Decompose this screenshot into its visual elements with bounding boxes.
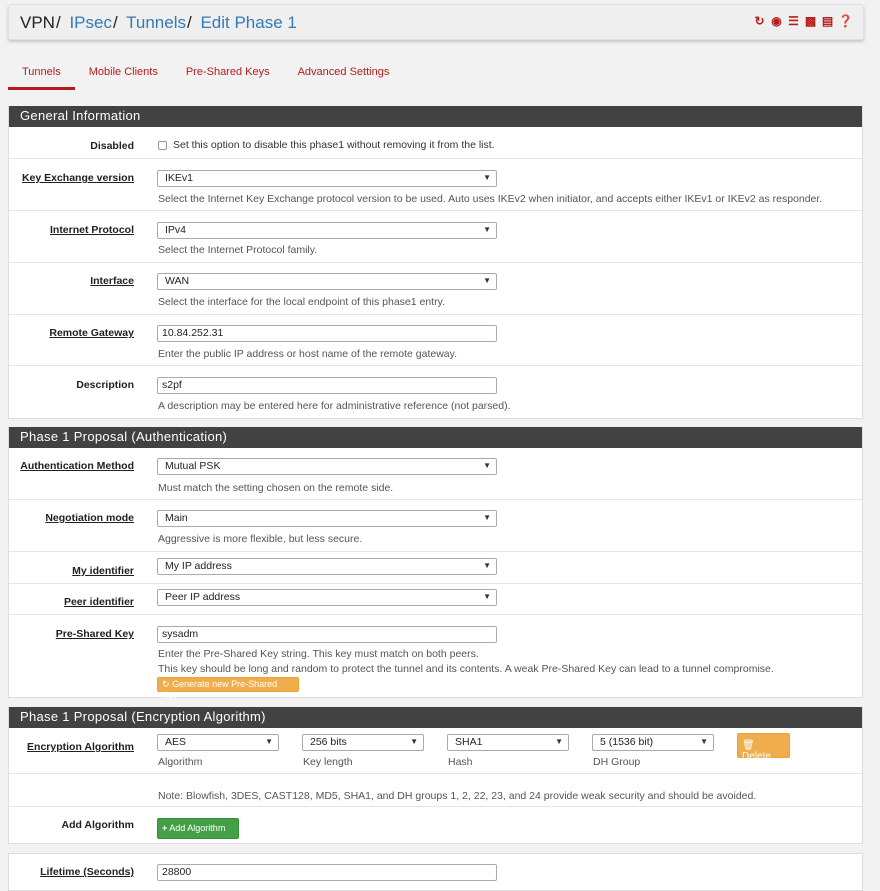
interface-select[interactable]: WAN ▼ (157, 273, 497, 290)
breadcrumb: VPN/ IPsec/ Tunnels/ Edit Phase 1 (20, 13, 297, 32)
tab-tunnels[interactable]: Tunnels (8, 58, 75, 90)
row-remote-gateway: Remote Gateway 10.84.252.31 Enter the pu… (9, 315, 862, 366)
dh-group-select[interactable]: 5 (1536 bit) ▼ (592, 734, 714, 751)
remote-gateway-input[interactable]: 10.84.252.31 (157, 325, 497, 342)
row-encryption-algorithm: Encryption Algorithm AES ▼ Algorithm 256 … (9, 728, 862, 774)
row-my-identifier: My identifier My IP address ▼ (9, 552, 862, 584)
row-add-algorithm: Add Algorithm + Add Algorithm (9, 807, 862, 844)
row-lifetime: Lifetime (Seconds) 28800 (9, 854, 862, 891)
internet-protocol-select[interactable]: IPv4 ▼ (157, 222, 497, 239)
pre-shared-key-label: Pre-Shared Key (55, 628, 134, 640)
description-label: Description (76, 379, 134, 391)
remote-gateway-help: Enter the public IP address or host name… (158, 348, 458, 360)
weak-security-note: Note: Blowfish, 3DES, CAST128, MD5, SHA1… (158, 790, 757, 802)
breadcrumb-vpn: VPN (20, 13, 55, 32)
disabled-help: Set this option to disable this phase1 w… (173, 139, 495, 151)
lifetime-panel: Lifetime (Seconds) 28800 (8, 853, 863, 891)
reload-icon[interactable]: ↻ (753, 15, 766, 28)
add-algorithm-button[interactable]: + Add Algorithm (157, 818, 239, 839)
tab-pre-shared-keys[interactable]: Pre-Shared Keys (172, 58, 284, 90)
description-help: A description may be entered here for ad… (158, 400, 511, 412)
plus-icon: + (162, 823, 168, 833)
key-exchange-select[interactable]: IKEv1 ▼ (157, 170, 497, 187)
lifetime-label: Lifetime (Seconds) (40, 866, 134, 878)
header-icons: ↻ ◉ ☰ ▩ ▤ ❓ (753, 15, 853, 28)
auth-method-select[interactable]: Mutual PSK ▼ (157, 458, 497, 475)
remote-gateway-label: Remote Gateway (49, 327, 134, 339)
breadcrumb-tunnels[interactable]: Tunnels (126, 13, 186, 32)
row-peer-identifier: Peer identifier Peer IP address ▼ (9, 584, 862, 615)
key-exchange-label: Key Exchange version (21, 172, 134, 184)
my-identifier-select[interactable]: My IP address ▼ (157, 558, 497, 575)
pre-shared-key-input[interactable]: sysadm (157, 626, 497, 643)
add-algorithm-label: Add Algorithm (61, 819, 134, 831)
generate-psk-button[interactable]: ↻ Generate new Pre-Shared Key (157, 677, 299, 700)
help-icon[interactable]: ❓ (838, 15, 853, 28)
tab-advanced-settings[interactable]: Advanced Settings (284, 58, 404, 90)
row-interface: Interface WAN ▼ Select the interface for … (9, 263, 862, 315)
pre-shared-key-help: Enter the Pre-Shared Key string. This ke… (158, 648, 479, 660)
authentication-panel: Phase 1 Proposal (Authentication) Authen… (8, 427, 863, 700)
negotiation-mode-help: Aggressive is more flexible, but less se… (158, 533, 363, 545)
interface-help: Select the interface for the local endpo… (158, 296, 445, 308)
refresh-icon: ↻ (162, 679, 170, 689)
encryption-panel: Phase 1 Proposal (Encryption Algorithm) … (8, 707, 863, 844)
pre-shared-key-warning: This key should be long and random to pr… (158, 663, 774, 675)
row-description: Description s2pf A description may be en… (9, 366, 862, 418)
internet-protocol-label: Internet Protocol (49, 224, 134, 236)
row-negotiation-mode: Negotiation mode Main ▼ Aggressive is mor… (9, 500, 862, 552)
negotiation-mode-select[interactable]: Main ▼ (157, 510, 497, 527)
my-identifier-label: My identifier (72, 565, 134, 577)
lifetime-input[interactable]: 28800 (157, 864, 497, 881)
breadcrumb-current[interactable]: Edit Phase 1 (200, 13, 296, 32)
dh-group-caption: DH Group (593, 756, 641, 768)
key-exchange-help: Select the Internet Key Exchange protoco… (158, 193, 823, 205)
sliders-icon[interactable]: ☰ (787, 15, 800, 28)
hash-select[interactable]: SHA1 ▼ (447, 734, 569, 751)
breadcrumb-ipsec[interactable]: IPsec (69, 13, 112, 32)
peer-identifier-select[interactable]: Peer IP address ▼ (157, 589, 497, 606)
row-pre-shared-key: Pre-Shared Key sysadm Enter the Pre-Shar… (9, 615, 862, 700)
stop-icon[interactable]: ◉ (770, 15, 783, 28)
encryption-algorithm-label: Encryption Algorithm (27, 741, 134, 753)
disabled-checkbox[interactable] (158, 141, 167, 150)
algorithm-caption: Algorithm (158, 756, 203, 768)
internet-protocol-help: Select the Internet Protocol family. (158, 244, 318, 256)
interface-label: Interface (90, 275, 134, 287)
tab-mobile-clients[interactable]: Mobile Clients (75, 58, 172, 90)
delete-button[interactable]: 🗑 Delete (737, 733, 790, 762)
description-input[interactable]: s2pf (157, 377, 497, 394)
auth-method-label: Authentication Method (20, 460, 134, 472)
list-icon[interactable]: ▤ (821, 15, 834, 28)
negotiation-mode-label: Negotiation mode (45, 512, 134, 524)
row-disabled: Disabled Set this option to disable this… (9, 127, 862, 159)
algorithm-select[interactable]: AES ▼ (157, 734, 279, 751)
panel-title: Phase 1 Proposal (Authentication) (9, 427, 862, 448)
disabled-label: Disabled (90, 140, 134, 152)
trash-icon: 🗑 (742, 740, 755, 751)
chart-icon[interactable]: ▩ (804, 15, 817, 28)
row-auth-method: Authentication Method Mutual PSK ▼ Must m… (9, 448, 862, 500)
general-information-panel: General Information Disabled Set this op… (8, 106, 863, 419)
row-key-exchange: Key Exchange version IKEv1 ▼ Select the I… (9, 159, 862, 211)
key-length-select[interactable]: 256 bits ▼ (302, 734, 424, 751)
row-weak-note: Note: Blowfish, 3DES, CAST128, MD5, SHA1… (9, 774, 862, 807)
hash-caption: Hash (448, 756, 473, 768)
page-header: VPN/ IPsec/ Tunnels/ Edit Phase 1 ↻ ◉ ☰ … (8, 4, 864, 40)
key-length-caption: Key length (303, 756, 353, 768)
row-internet-protocol: Internet Protocol IPv4 ▼ Select the Inter… (9, 211, 862, 263)
auth-method-help: Must match the setting chosen on the rem… (158, 482, 394, 494)
panel-title: Phase 1 Proposal (Encryption Algorithm) (9, 707, 862, 728)
tab-bar: Tunnels Mobile Clients Pre-Shared Keys A… (8, 58, 403, 90)
panel-title: General Information (9, 106, 862, 127)
peer-identifier-label: Peer identifier (63, 596, 134, 608)
